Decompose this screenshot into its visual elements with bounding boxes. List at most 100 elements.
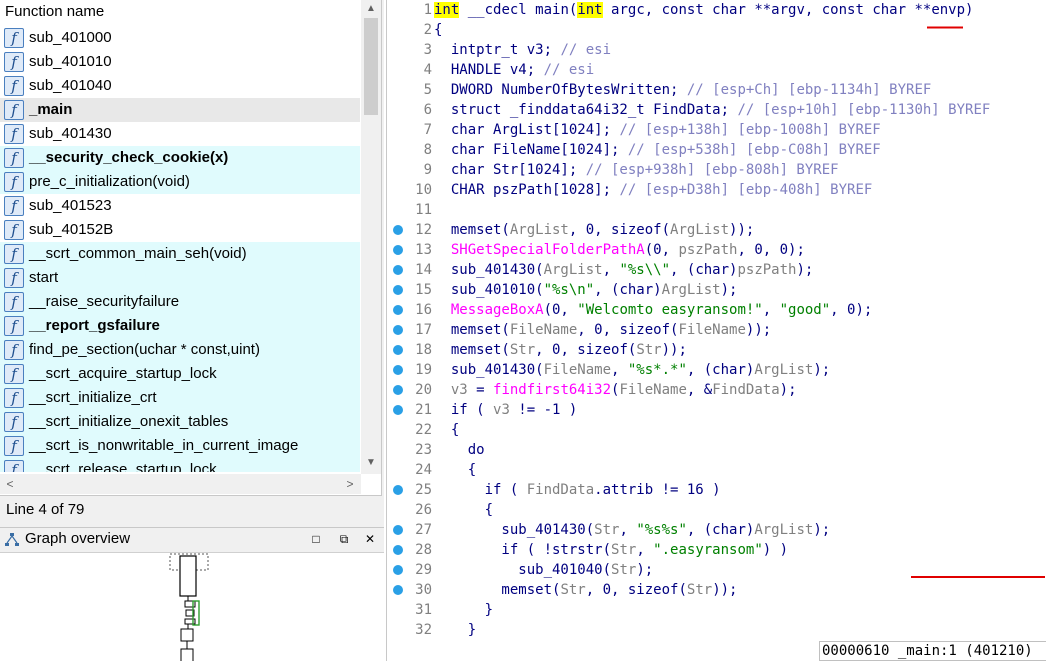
code-line[interactable]: 32 } xyxy=(387,620,1046,640)
function-list-item[interactable]: f sub_40152B xyxy=(0,218,360,242)
line-number: 20 xyxy=(415,382,432,398)
function-list-item[interactable]: f pre_c_initialization(void) xyxy=(0,170,360,194)
function-name: __security_check_cookie(x) xyxy=(29,149,229,166)
code-line[interactable]: 10 CHAR pszPath[1028]; // [esp+D38h] [eb… xyxy=(387,180,1046,200)
code-line[interactable]: 4 HANDLE v4; // esi xyxy=(387,60,1046,80)
function-list-item[interactable]: f sub_401430 xyxy=(0,122,360,146)
graph-overview-titlebar[interactable]: Graph overview □ ⧉ ✕ xyxy=(0,528,384,552)
function-icon: f xyxy=(4,292,24,312)
function-list-item[interactable]: f sub_401000 xyxy=(0,26,360,50)
function-name: __raise_securityfailure xyxy=(29,293,180,310)
code-line[interactable]: 30 memset(Str, 0, sizeof(Str)); xyxy=(387,580,1046,600)
scroll-down-icon[interactable]: ▼ xyxy=(361,454,381,472)
function-list-item[interactable]: f start xyxy=(0,266,360,290)
function-name: sub_40152B xyxy=(29,221,114,238)
code-line[interactable]: 26 { xyxy=(387,500,1046,520)
code-line[interactable]: 16 MessageBoxA(0, "Welcomto easyransom!"… xyxy=(387,300,1046,320)
function-list-item[interactable]: f __scrt_acquire_startup_lock xyxy=(0,362,360,386)
code-line[interactable]: 17 memset(FileName, 0, sizeof(FileName))… xyxy=(387,320,1046,340)
code-line[interactable]: 27 sub_401430(Str, "%s%s", (char)ArgList… xyxy=(387,520,1046,540)
function-icon: f xyxy=(4,172,24,192)
code-line[interactable]: 7 char ArgList[1024]; // [esp+138h] [ebp… xyxy=(387,120,1046,140)
code-text: } xyxy=(434,622,477,638)
float-window-icon[interactable]: ⧉ xyxy=(336,531,352,547)
function-list-item[interactable]: f sub_401010 xyxy=(0,50,360,74)
code-line[interactable]: 3 intptr_t v3; // esi xyxy=(387,40,1046,60)
pseudocode-view[interactable]: 1 int __cdecl main(int argc, const char *… xyxy=(387,0,1046,640)
code-line[interactable]: 20 v3 = findfirst64i32(FileName, &FindDa… xyxy=(387,380,1046,400)
function-icon: f xyxy=(4,316,24,336)
code-line[interactable]: 31 } xyxy=(387,600,1046,620)
close-icon[interactable]: ✕ xyxy=(362,531,378,547)
code-line[interactable]: 5 DWORD NumberOfBytesWritten; // [esp+Ch… xyxy=(387,80,1046,100)
maximize-icon[interactable]: □ xyxy=(308,531,324,547)
function-name: sub_401000 xyxy=(29,29,112,46)
functions-column-header[interactable]: Function name xyxy=(0,0,360,24)
line-number: 4 xyxy=(423,62,432,78)
scroll-left-icon[interactable]: < xyxy=(0,474,20,494)
scroll-up-icon[interactable]: ▲ xyxy=(361,0,381,18)
function-icon: f xyxy=(4,244,24,264)
code-line[interactable]: 9 char Str[1024]; // [esp+938h] [ebp-808… xyxy=(387,160,1046,180)
scroll-right-icon[interactable]: > xyxy=(340,474,360,494)
graph-overview-title: Graph overview xyxy=(25,530,131,547)
line-number: 25 xyxy=(415,482,432,498)
functions-list: f sub_401000 f sub_401010 f sub_401040 f _main f… xyxy=(0,26,360,472)
code-line[interactable]: 13 SHGetSpecialFolderPathA(0, pszPath, 0… xyxy=(387,240,1046,260)
code-line[interactable]: 8 char FileName[1024]; // [esp+538h] [eb… xyxy=(387,140,1046,160)
line-number: 31 xyxy=(415,602,432,618)
code-text: if ( !strstr(Str, ".easyransom") ) xyxy=(434,542,789,558)
function-list-item[interactable]: f __report_gsfailure xyxy=(0,314,360,338)
code-line[interactable]: 24 { xyxy=(387,460,1046,480)
code-line[interactable]: 18 memset(Str, 0, sizeof(Str)); xyxy=(387,340,1046,360)
function-list-item[interactable]: f sub_401040 xyxy=(0,74,360,98)
line-number: 14 xyxy=(415,262,432,278)
functions-line-status: Line 4 of 79 xyxy=(6,501,85,518)
function-list-item[interactable]: f __scrt_release_startup_lock xyxy=(0,458,360,472)
function-icon: f xyxy=(4,76,24,96)
pseudocode-status-bar: 00000610 _main:1 (401210) xyxy=(819,641,1046,661)
function-list-item[interactable]: f __scrt_initialize_onexit_tables xyxy=(0,410,360,434)
code-line[interactable]: 6 struct _finddata64i32_t FindData; // [… xyxy=(387,100,1046,120)
function-icon: f xyxy=(4,460,24,472)
code-line[interactable]: 11 xyxy=(387,200,1046,220)
graph-overview-canvas[interactable] xyxy=(0,552,384,661)
code-text: memset(ArgList, 0, sizeof(ArgList)); xyxy=(434,222,755,238)
functions-vertical-scrollbar[interactable]: ▲ ▼ xyxy=(361,0,381,474)
scrollbar-thumb[interactable] xyxy=(364,18,378,115)
line-number: 29 xyxy=(415,562,432,578)
line-number: 21 xyxy=(415,402,432,418)
code-text: int __cdecl main(int argc, const char **… xyxy=(434,2,974,18)
code-text: char ArgList[1024]; // [esp+138h] [ebp-1… xyxy=(434,122,881,138)
code-line[interactable]: 19 sub_401430(FileName, "%s*.*", (char)A… xyxy=(387,360,1046,380)
code-line[interactable]: 15 sub_401010("%s\n", (char)ArgList); xyxy=(387,280,1046,300)
function-list-item[interactable]: f __raise_securityfailure xyxy=(0,290,360,314)
function-icon: f xyxy=(4,340,24,360)
graph-node xyxy=(180,648,194,661)
function-list-item[interactable]: f __scrt_initialize_crt xyxy=(0,386,360,410)
function-list-item[interactable]: f __security_check_cookie(x) xyxy=(0,146,360,170)
code-text: if ( v3 != -1 ) xyxy=(434,402,578,418)
function-name: __scrt_acquire_startup_lock xyxy=(29,365,217,382)
code-line[interactable]: 28 if ( !strstr(Str, ".easyransom") ) xyxy=(387,540,1046,560)
functions-horizontal-scrollbar[interactable]: < > xyxy=(0,474,361,494)
code-text: memset(Str, 0, sizeof(Str)); xyxy=(434,342,687,358)
code-line[interactable]: 23 do xyxy=(387,440,1046,460)
code-line[interactable]: 22 { xyxy=(387,420,1046,440)
function-list-item[interactable]: f __scrt_is_nonwritable_in_current_image xyxy=(0,434,360,458)
function-list-item[interactable]: f __scrt_common_main_seh(void) xyxy=(0,242,360,266)
function-list-item[interactable]: f _main xyxy=(0,98,360,122)
line-number: 15 xyxy=(415,282,432,298)
code-line[interactable]: 25 if ( FindData.attrib != 16 ) xyxy=(387,480,1046,500)
line-number: 28 xyxy=(415,542,432,558)
code-line[interactable]: 12 memset(ArgList, 0, sizeof(ArgList)); xyxy=(387,220,1046,240)
function-list-item[interactable]: f sub_401523 xyxy=(0,194,360,218)
function-name: start xyxy=(29,269,59,286)
line-number: 10 xyxy=(415,182,432,198)
code-line[interactable]: 14 sub_401430(ArgList, "%s\\", (char)psz… xyxy=(387,260,1046,280)
graph-overview-panel: Graph overview □ ⧉ ✕ xyxy=(0,527,384,661)
code-line[interactable]: 2{ xyxy=(387,20,1046,40)
line-number: 24 xyxy=(415,462,432,478)
code-line[interactable]: 21 if ( v3 != -1 ) xyxy=(387,400,1046,420)
function-list-item[interactable]: f find_pe_section(uchar * const,uint) xyxy=(0,338,360,362)
